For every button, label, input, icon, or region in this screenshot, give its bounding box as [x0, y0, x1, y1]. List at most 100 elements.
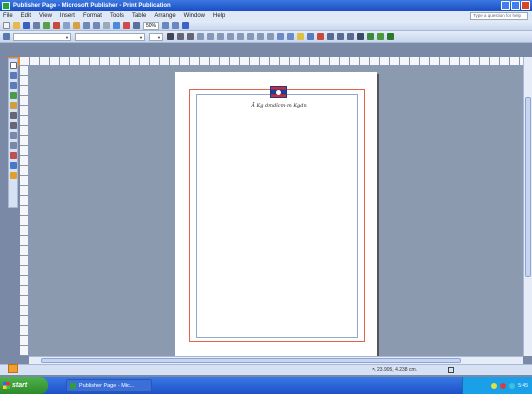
paragraph-icon[interactable]: [133, 22, 140, 29]
rectangle-tool-icon[interactable]: [10, 142, 17, 149]
font-dropdown[interactable]: ▼: [75, 32, 145, 41]
wordart-tool-icon[interactable]: [10, 92, 17, 99]
print-icon[interactable]: [33, 22, 40, 29]
font-size-up-icon[interactable]: [277, 33, 284, 40]
help-icon[interactable]: [182, 22, 190, 29]
standard-toolbar: 50%: [0, 21, 532, 31]
menu-table[interactable]: Table: [132, 13, 146, 19]
publisher-app-icon[interactable]: [2, 1, 10, 10]
hot-spot-tool-icon[interactable]: [10, 162, 17, 169]
tray-volume-icon[interactable]: [509, 382, 516, 389]
oval-tool-icon[interactable]: [10, 132, 17, 139]
italic-icon[interactable]: [177, 33, 184, 40]
workspace: Ẫ Kg dmdîcm-m Kgdn: [29, 66, 523, 356]
justify-icon[interactable]: [227, 33, 234, 40]
dash-style-icon[interactable]: [337, 33, 344, 40]
styles-icon[interactable]: [3, 33, 10, 40]
save-icon[interactable]: [23, 22, 30, 29]
minimize-button[interactable]: [501, 1, 510, 10]
arrow-tool-icon[interactable]: [10, 122, 17, 129]
menu-tools[interactable]: Tools: [110, 13, 124, 19]
menu-bar: File Edit View Insert Format Tools Table…: [0, 11, 532, 21]
font-size-dropdown[interactable]: ▼: [149, 32, 163, 41]
bullets-icon[interactable]: [247, 33, 254, 40]
menu-view[interactable]: View: [39, 13, 52, 19]
3d-style-icon[interactable]: [367, 33, 374, 40]
align-right-icon[interactable]: [217, 33, 224, 40]
page-navigation-button[interactable]: [8, 364, 18, 373]
taskbar: start Publisher Page - Mic... 5:45: [0, 377, 532, 394]
text-box-tool-icon[interactable]: [10, 72, 17, 79]
copy-icon[interactable]: [63, 22, 70, 29]
spelling-icon[interactable]: [43, 22, 50, 29]
taskbar-publisher-button[interactable]: Publisher Page - Mic...: [66, 379, 152, 392]
table-tool-icon[interactable]: [10, 82, 17, 89]
start-button[interactable]: start: [0, 377, 48, 394]
design-gallery-icon[interactable]: [10, 172, 17, 179]
horizontal-scroll-thumb[interactable]: [41, 358, 461, 363]
font-color-icon[interactable]: [317, 33, 324, 40]
line-style-icon[interactable]: [327, 33, 334, 40]
tray-security-icon[interactable]: [500, 382, 507, 389]
insert-table-icon[interactable]: [103, 22, 110, 29]
align-left-icon[interactable]: [197, 33, 204, 40]
line-color-icon[interactable]: [307, 33, 314, 40]
underline-icon[interactable]: [187, 33, 194, 40]
motto-text[interactable]: Ẫ Kg dmdîcm-m Kgdn: [231, 103, 327, 111]
title-bar: Publisher Page - Microsoft Publisher - P…: [0, 0, 532, 11]
open-icon[interactable]: [13, 22, 20, 29]
bold-icon[interactable]: [167, 33, 174, 40]
redo-icon[interactable]: [93, 22, 100, 29]
tray-clock[interactable]: 5:45: [518, 383, 528, 389]
paste-icon[interactable]: [73, 22, 80, 29]
insert-picture-icon[interactable]: [113, 22, 120, 29]
new-icon[interactable]: [3, 22, 10, 29]
numbering-icon[interactable]: [237, 33, 244, 40]
drawing-icon[interactable]: [123, 22, 130, 29]
vertical-scroll-thumb[interactable]: [525, 97, 531, 277]
font-size-down-icon[interactable]: [287, 33, 294, 40]
arrow-style-icon[interactable]: [347, 33, 354, 40]
options-icon[interactable]: [387, 33, 394, 40]
window-title: Publisher Page - Microsoft Publisher - P…: [13, 2, 171, 9]
undo-icon[interactable]: [83, 22, 90, 29]
vertical-ruler[interactable]: [20, 66, 29, 356]
menu-arrange[interactable]: Arrange: [154, 13, 175, 19]
decrease-indent-icon[interactable]: [257, 33, 264, 40]
fill-color-icon[interactable]: [297, 33, 304, 40]
menu-window[interactable]: Window: [184, 13, 205, 19]
master-page-icon[interactable]: [377, 33, 384, 40]
laos-flag-icon[interactable]: [270, 86, 287, 98]
maximize-button[interactable]: [511, 1, 520, 10]
picture-tool-icon[interactable]: [10, 102, 17, 109]
line-tool-icon[interactable]: [10, 112, 17, 119]
system-tray: 5:45: [462, 377, 532, 394]
menu-help[interactable]: Help: [213, 13, 225, 19]
menu-format[interactable]: Format: [83, 13, 102, 19]
help-search-input[interactable]: Type a question for help: [470, 12, 528, 20]
zoom-select[interactable]: 50%: [143, 21, 160, 30]
zoom-out-icon[interactable]: [162, 22, 170, 29]
select-tool-icon[interactable]: [10, 62, 17, 69]
publication-page[interactable]: Ẫ Kg dmdîcm-m Kgdn: [175, 72, 377, 356]
publisher-task-icon: [70, 383, 76, 389]
menu-file[interactable]: File: [3, 13, 13, 19]
align-center-icon[interactable]: [207, 33, 214, 40]
menu-edit[interactable]: Edit: [21, 13, 31, 19]
task-label: Publisher Page - Mic...: [79, 382, 135, 389]
increase-indent-icon[interactable]: [267, 33, 274, 40]
margin-guide-inner: [196, 94, 358, 338]
autoshapes-tool-icon[interactable]: [10, 152, 17, 159]
horizontal-scrollbar[interactable]: [29, 356, 523, 364]
object-size-icon: [448, 367, 454, 373]
tray-network-icon[interactable]: [491, 382, 498, 389]
close-button[interactable]: [521, 1, 530, 10]
windows-logo-icon: [3, 382, 10, 389]
menu-insert[interactable]: Insert: [60, 13, 75, 19]
cut-icon[interactable]: [53, 22, 60, 29]
vertical-scrollbar[interactable]: [523, 57, 532, 356]
horizontal-ruler[interactable]: [20, 57, 524, 66]
shadow-style-icon[interactable]: [357, 33, 364, 40]
zoom-in-icon[interactable]: [172, 22, 180, 29]
style-dropdown[interactable]: ▼: [13, 32, 71, 41]
